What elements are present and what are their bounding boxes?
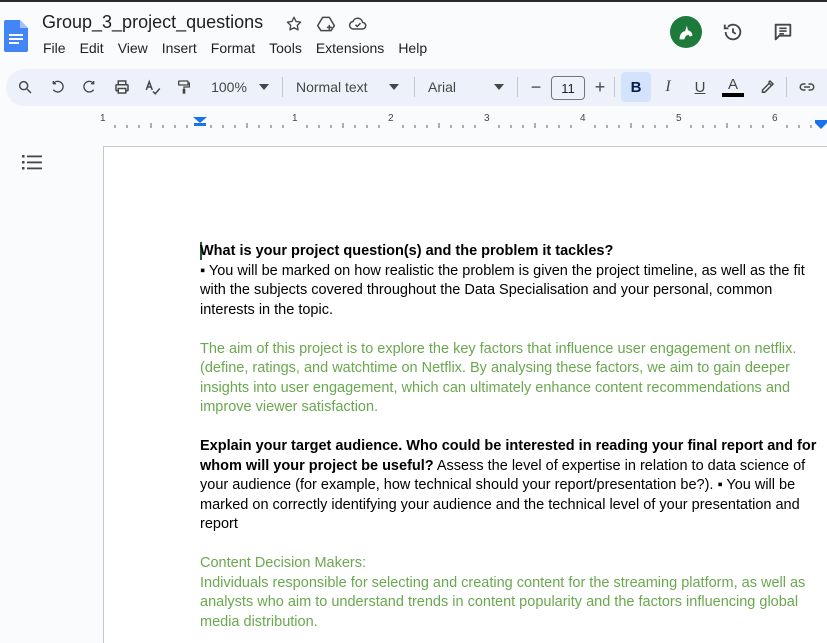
document-outline-icon[interactable] [22, 154, 42, 172]
style-select[interactable]: Normal text [296, 75, 380, 99]
italic-button[interactable]: I [657, 75, 679, 99]
text-color-button[interactable]: A [721, 75, 745, 99]
paint-format-icon [178, 80, 190, 94]
text-color-icon: A [727, 76, 738, 93]
docs-logo-icon[interactable] [4, 20, 28, 52]
ruler-label-2: 2 [388, 113, 394, 124]
answer-1: The aim of this project is to explore th… [200, 340, 797, 416]
increase-font-size-button[interactable]: + [590, 75, 610, 99]
underline-icon: U [694, 78, 706, 96]
unicorn-icon [679, 25, 693, 40]
print-button[interactable] [110, 75, 134, 99]
ruler-label-6: 6 [772, 113, 778, 124]
text-color-swatch [722, 93, 744, 97]
italic-icon: I [665, 78, 671, 95]
menu-extensions[interactable]: Extensions [316, 40, 384, 56]
star-icon[interactable] [284, 14, 304, 34]
insert-link-button[interactable] [796, 75, 818, 99]
paint-format-button[interactable] [173, 75, 195, 99]
answer-2-title: Content Decision Makers: [200, 555, 367, 571]
menu-view[interactable]: View [118, 40, 148, 56]
menu-bar: File Edit View Insert Format Tools Exten… [43, 40, 441, 56]
chevron-down-icon [389, 84, 399, 90]
plus-icon: + [594, 76, 606, 97]
ruler-label-1a: 1 [100, 113, 106, 124]
ruler-label-3: 3 [484, 113, 490, 124]
toolbar-divider [517, 77, 518, 97]
header-right-actions [640, 16, 792, 50]
cloud-saved-icon[interactable] [348, 14, 368, 34]
version-history-icon[interactable] [722, 21, 744, 43]
menu-format[interactable]: Format [211, 40, 255, 56]
bold-button[interactable]: B [625, 75, 647, 99]
undo-button[interactable] [47, 75, 69, 99]
docs-app: Group_3_project_questions File Edit View… [0, 0, 827, 643]
redo-icon [83, 80, 95, 93]
decrease-font-size-button[interactable]: − [526, 75, 546, 99]
link-icon [799, 83, 815, 91]
zoom-value: 100% [211, 79, 247, 95]
bold-icon: B [630, 78, 642, 96]
menu-help[interactable]: Help [398, 40, 427, 56]
title-actions [284, 14, 368, 34]
style-value: Normal text [296, 79, 368, 95]
question-2: Explain your target audience. Who could … [200, 437, 827, 535]
highlighter-icon [761, 79, 775, 93]
avatar[interactable] [670, 16, 702, 48]
minus-icon: − [530, 76, 542, 97]
window-top-edge [0, 0, 827, 2]
menu-insert[interactable]: Insert [162, 40, 197, 56]
zoom-dropdown[interactable] [256, 75, 272, 99]
ruler-ticks [0, 110, 827, 132]
question-1-heading: What is your project question(s) and the… [200, 243, 614, 259]
document-title[interactable]: Group_3_project_questions [42, 12, 263, 33]
font-value: Arial [428, 79, 457, 95]
font-dropdown[interactable] [491, 75, 507, 99]
font-size-input[interactable]: 11 [551, 76, 585, 100]
redo-button[interactable] [78, 75, 100, 99]
toolbar-divider [282, 77, 283, 97]
ruler-label-1b: 1 [292, 113, 298, 124]
comments-icon[interactable] [772, 21, 794, 43]
menu-tools[interactable]: Tools [269, 40, 302, 56]
search-menus-button[interactable] [14, 75, 36, 99]
ruler-label-4: 4 [580, 113, 586, 124]
font-select[interactable]: Arial [428, 75, 488, 99]
toolbar-divider [786, 77, 787, 97]
underline-button[interactable]: U [689, 75, 711, 99]
formatting-toolbar: 100% Normal text Arial − 11 + B I U A [0, 67, 827, 108]
spelling-button[interactable] [142, 75, 164, 99]
menu-file[interactable]: File [43, 40, 66, 56]
document-body[interactable]: What is your project question(s) and the… [200, 242, 827, 632]
horizontal-ruler[interactable]: 1 1 2 3 4 5 6 [0, 110, 827, 132]
title-bar: Group_3_project_questions File Edit View… [0, 0, 827, 66]
chevron-down-icon [259, 84, 269, 90]
print-icon [115, 80, 129, 94]
zoom-select[interactable]: 100% [206, 75, 252, 99]
highlight-color-button[interactable] [756, 75, 778, 99]
undo-icon [52, 80, 64, 93]
toolbar-divider [614, 77, 615, 97]
menu-edit[interactable]: Edit [80, 40, 104, 56]
toolbar-divider [414, 77, 415, 97]
search-icon [18, 80, 32, 94]
chevron-down-icon [494, 84, 504, 90]
answer-2-body: Individuals responsible for selecting an… [200, 574, 806, 630]
spellcheck-icon [145, 79, 161, 95]
style-dropdown[interactable] [386, 75, 402, 99]
question-1-note: ▪ You will be marked on how realistic th… [200, 262, 805, 318]
ruler-label-5: 5 [676, 113, 682, 124]
move-to-drive-icon[interactable] [316, 14, 336, 34]
